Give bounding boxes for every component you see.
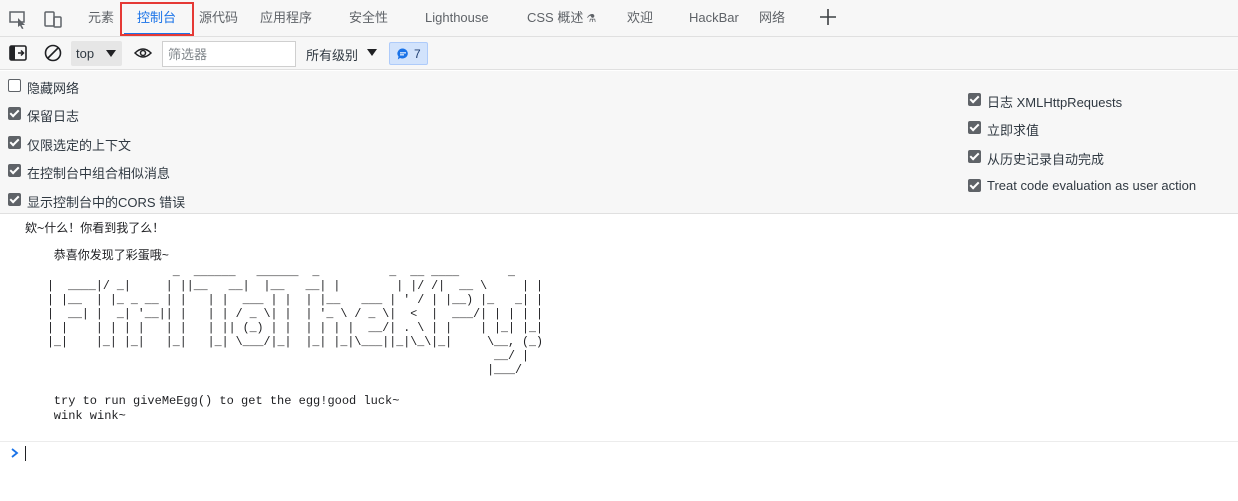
setting-label: 在控制台中组合相似消息 xyxy=(27,166,171,181)
clear-console-icon[interactable] xyxy=(43,43,63,63)
context-value: top xyxy=(76,46,95,61)
checkbox[interactable] xyxy=(968,150,981,163)
setting-label: 隐藏网络 xyxy=(27,81,80,96)
live-expression-eye-icon[interactable] xyxy=(133,43,153,63)
tab-security[interactable]: 安全性 xyxy=(349,0,388,36)
text-caret xyxy=(25,446,26,461)
filter-input[interactable] xyxy=(162,41,296,67)
checkbox[interactable] xyxy=(8,136,21,149)
log-line-wink: wink wink~ xyxy=(25,409,126,423)
log-levels-select[interactable]: 所有级别 xyxy=(306,45,358,64)
tab-sources[interactable]: 源代码 xyxy=(199,0,238,36)
log-line-greeting: 欸~什么！你看到我了么！ xyxy=(25,221,165,235)
ascii-art-block: _ ______ ______ _ _ __ ____ _ | ____|/ _… xyxy=(47,265,647,385)
checkbox[interactable] xyxy=(968,179,981,192)
inspect-element-icon[interactable] xyxy=(8,9,28,29)
checkbox[interactable] xyxy=(8,164,21,177)
setting-label: 日志 XMLHttpRequests xyxy=(987,95,1123,110)
setting-label: 立即求值 xyxy=(987,123,1040,138)
issues-count: 7 xyxy=(414,47,421,61)
devtools-tab-bar: 元素 控制台 源代码 应用程序 安全性 Lighthouse CSS 概述 ⚗ 欢… xyxy=(0,0,1238,37)
tab-css-overview-label: CSS 概述 xyxy=(527,10,584,25)
checkbox[interactable] xyxy=(8,193,21,206)
issues-badge[interactable]: 7 xyxy=(389,42,428,65)
javascript-context-select[interactable]: top xyxy=(71,41,122,66)
message-bubble-icon xyxy=(397,48,408,60)
checkbox[interactable] xyxy=(8,79,21,92)
console-toolbar: top 所有级别 7 xyxy=(0,37,1238,70)
more-tabs-plus-icon[interactable] xyxy=(818,7,838,27)
setting-label: Treat code evaluation as user action xyxy=(987,178,1197,193)
chevron-down-icon xyxy=(106,50,116,57)
tab-css-overview[interactable]: CSS 概述 ⚗ xyxy=(527,0,596,36)
flask-icon: ⚗ xyxy=(586,13,597,25)
console-messages: 欸~什么！你看到我了么！ 恭喜你发现了彩蛋哦~ _ ______ ______ … xyxy=(0,215,1238,501)
checkbox[interactable] xyxy=(8,107,21,120)
device-toolbar-icon[interactable] xyxy=(43,9,63,29)
annotation-highlight-box xyxy=(120,2,194,36)
setting-label: 显示控制台中的CORS 错误 xyxy=(27,195,186,210)
console-prompt[interactable] xyxy=(0,443,1238,467)
setting-label: 保留日志 xyxy=(27,109,80,124)
tab-lighthouse[interactable]: Lighthouse xyxy=(425,0,489,36)
tab-hackbar[interactable]: HackBar xyxy=(689,0,739,36)
console-settings-pane: 隐藏网络 保留日志 仅限选定的上下文 在控制台中组合相似消息 显示控制台中的CO… xyxy=(0,71,1238,214)
log-line-congrats: 恭喜你发现了彩蛋哦~ xyxy=(25,249,170,263)
tab-network[interactable]: 网络 xyxy=(759,0,785,36)
prompt-chevron-icon xyxy=(11,448,19,458)
setting-label: 从历史记录自动完成 xyxy=(987,152,1105,167)
levels-chevron-down-icon xyxy=(367,49,377,56)
show-sidebar-icon[interactable] xyxy=(8,43,28,63)
tab-elements[interactable]: 元素 xyxy=(88,0,114,36)
console-log-message: 欸~什么！你看到我了么！ 恭喜你发现了彩蛋哦~ _ ______ ______ … xyxy=(0,215,1238,442)
checkbox[interactable] xyxy=(968,121,981,134)
ascii-art: _ ______ ______ _ _ __ ____ _ | ____|/ _… xyxy=(47,265,543,377)
tab-application[interactable]: 应用程序 xyxy=(260,0,312,36)
tab-welcome[interactable]: 欢迎 xyxy=(627,0,653,36)
checkbox[interactable] xyxy=(968,93,981,106)
log-line-hint: try to run giveMeEgg() to get the egg!go… xyxy=(25,394,400,408)
setting-label: 仅限选定的上下文 xyxy=(27,138,132,153)
